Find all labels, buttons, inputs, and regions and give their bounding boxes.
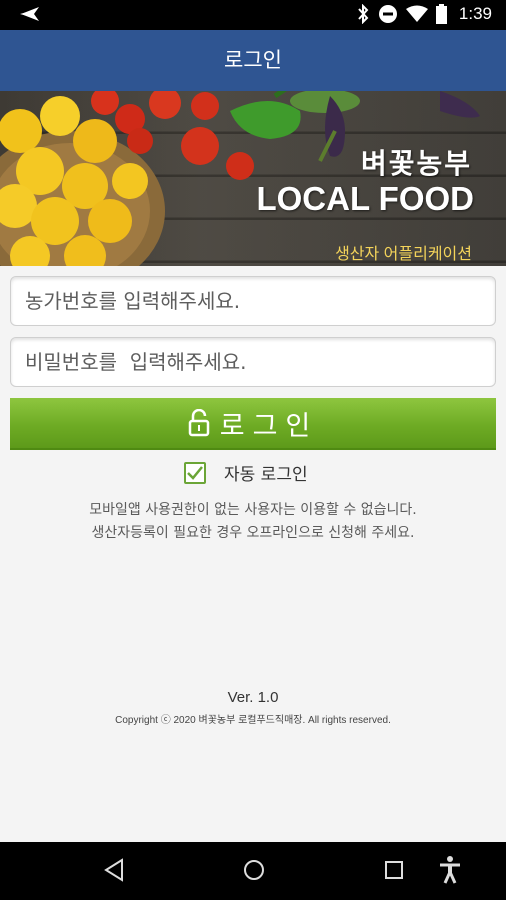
bluetooth-icon (356, 4, 370, 24)
auto-login-label: 자동 로그인 (224, 465, 308, 485)
farm-number-input[interactable] (10, 276, 496, 326)
wifi-icon (405, 5, 428, 23)
banner-brand: 벼꽃농부 (360, 147, 472, 180)
system-nav-bar (0, 842, 506, 900)
app-version: Ver. 1.0 (227, 689, 279, 706)
password-input[interactable] (10, 337, 496, 387)
auto-login-checkbox[interactable] (184, 461, 206, 484)
do-not-disturb-icon (378, 4, 398, 24)
recents-icon[interactable] (383, 858, 405, 886)
checkmark-icon (187, 465, 203, 480)
banner-image: 벼꽃농부 LOCAL FOOD 생산자 어플리케이션 (0, 91, 506, 266)
clock: 1:39 (458, 4, 492, 23)
notice-line-2: 생산자등록이 필요한 경우 오프라인으로 신청해 주세요. (91, 525, 415, 541)
banner-subtitle: 생산자 어플리케이션 (335, 246, 472, 263)
unlock-icon (188, 409, 220, 437)
back-icon[interactable] (103, 858, 125, 886)
auto-login-toggle[interactable]: 자동 로그인 (184, 460, 308, 485)
copyright-text: Copyright ⓒ 2020 벼꽃농부 로컬푸드직매장. All right… (115, 715, 391, 726)
status-bar: 1:39 (0, 0, 506, 30)
banner-headline: LOCAL FOOD (256, 180, 474, 217)
login-button-label: 로그인 (219, 410, 319, 442)
accessibility-icon[interactable] (438, 856, 462, 888)
login-button[interactable]: 로그인 (10, 398, 496, 450)
home-icon[interactable] (242, 858, 266, 886)
page-title: 로그인 (0, 30, 506, 91)
battery-icon (435, 4, 447, 24)
cast-icon (20, 5, 42, 23)
notice-line-1: 모바일앱 사용권한이 없는 사용자는 이용할 수 없습니다. (89, 502, 417, 518)
